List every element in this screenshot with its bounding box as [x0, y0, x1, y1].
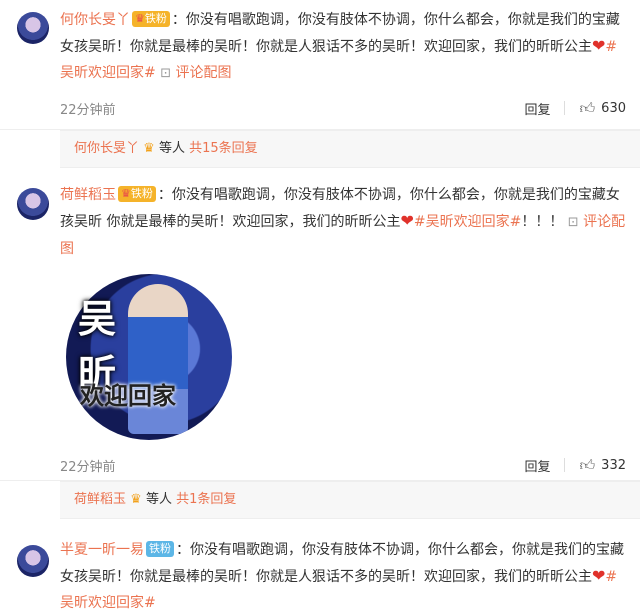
view-replies-link[interactable]: 共1条回复: [176, 492, 236, 507]
heart-icon: ❤: [592, 36, 606, 55]
comment-meta: 22分钟前 回复 👍︎ 332: [60, 450, 640, 480]
replies-summary[interactable]: 何你长旻丫 ♛ 等人 共15条回复: [60, 130, 640, 168]
comment-time: 22分钟前: [60, 102, 116, 118]
hashtag-link[interactable]: #吴昕欢迎回家#: [414, 214, 521, 230]
comment-tail: ！！！: [521, 214, 564, 230]
heart-icon: ❤: [592, 566, 606, 585]
comment-body: 半夏一昕一易 铁粉 ：你没有唱歌跑调，你没有肢体不协调，你什么都会，你就是我们的宝藏…: [60, 537, 640, 616]
avatar[interactable]: [17, 188, 49, 220]
comment-image-link[interactable]: 评论配图: [176, 65, 232, 81]
comment-username[interactable]: 何你长旻丫: [60, 12, 130, 28]
comment-image[interactable]: 吴昕 欢迎回家: [60, 268, 238, 446]
comment-actions: 回复 👍︎ 332: [524, 456, 626, 475]
like-count: 332: [601, 457, 626, 473]
fan-badge[interactable]: 铁粉: [146, 541, 174, 557]
image-text-bottom: 欢迎回家: [80, 381, 176, 410]
divider: [564, 458, 566, 472]
crown-icon: ♛: [130, 492, 142, 507]
comment-body: 荷鲜稻玉 ♛铁粉 ：你没有唱歌跑调，你没有肢体不协调，你什么都会，你就是我们的宝藏女…: [60, 182, 640, 262]
image-icon: ⊡: [160, 66, 172, 81]
comment-2: 荷鲜稻玉 ♛铁粉 ：你没有唱歌跑调，你没有肢体不协调，你什么都会，你就是我们的宝藏女…: [0, 168, 640, 481]
badge-label: 铁粉: [144, 12, 167, 25]
comment-meta: 22分钟前 回复 👍︎ 630: [60, 87, 640, 129]
crown-icon: ♛: [143, 141, 155, 156]
crown-icon: ♛: [121, 187, 131, 200]
avatar[interactable]: [17, 12, 49, 44]
crown-icon: ♛: [135, 12, 145, 25]
comment-body: 何你长旻丫 ♛铁粉 ：你没有唱歌跑调，你没有肢体不协调，你什么都会，你就是我们的宝藏…: [60, 7, 640, 87]
reply-others-text: 等人: [145, 492, 172, 507]
comment-username[interactable]: 荷鲜稻玉: [60, 187, 116, 203]
comment-username[interactable]: 半夏一昕一易: [60, 542, 144, 558]
reply-button[interactable]: 回复: [524, 456, 550, 475]
heart-icon: ❤: [400, 211, 414, 230]
view-replies-link[interactable]: 共15条回复: [189, 141, 258, 156]
fan-badge[interactable]: ♛铁粉: [132, 11, 170, 27]
replies-summary[interactable]: 荷鲜稻玉 ♛ 等人 共1条回复: [60, 481, 640, 519]
reply-username[interactable]: 荷鲜稻玉: [74, 492, 126, 507]
comment-text: ：你没有唱歌跑调，你没有肢体不协调，你什么都会，你就是我们的宝藏女孩吴昕！你就是…: [60, 542, 624, 585]
like-icon[interactable]: 👍︎: [579, 99, 595, 118]
fan-badge[interactable]: ♛铁粉: [118, 186, 156, 202]
reply-button[interactable]: 回复: [524, 99, 550, 118]
comment-1: 何你长旻丫 ♛铁粉 ：你没有唱歌跑调，你没有肢体不协调，你什么都会，你就是我们的宝藏…: [0, 0, 640, 130]
badge-label: 铁粉: [149, 542, 171, 555]
reply-others-text: 等人: [158, 141, 185, 156]
like-icon[interactable]: 👍︎: [579, 456, 595, 475]
divider: [564, 101, 566, 115]
like-count: 630: [601, 100, 626, 116]
badge-label: 铁粉: [130, 187, 153, 200]
comment-time: 22分钟前: [60, 459, 116, 475]
reply-username[interactable]: 何你长旻丫: [74, 141, 139, 156]
comment-actions: 回复 👍︎ 630: [524, 99, 626, 118]
image-icon: ⊡: [567, 215, 579, 230]
avatar[interactable]: [17, 545, 49, 577]
comment-3: 半夏一昕一易 铁粉 ：你没有唱歌跑调，你没有肢体不协调，你什么都会，你就是我们的宝藏…: [0, 519, 640, 616]
